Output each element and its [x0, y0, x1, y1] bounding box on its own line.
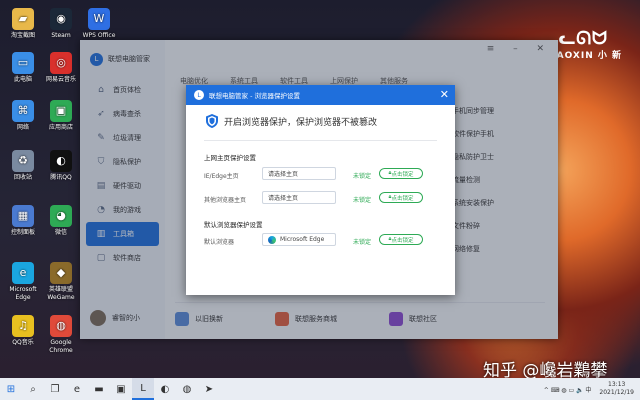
default-browser-value: Microsoft Edge — [280, 236, 325, 243]
ie-edge-label: IE/Edge主页 — [204, 173, 239, 180]
lock-label: 点击锁定 — [391, 237, 414, 244]
network-icon: ⌘ — [12, 100, 34, 122]
search-icon[interactable]: ⌕ — [22, 378, 44, 400]
control-panel-icon: ▦ — [12, 205, 34, 227]
desktop-icon[interactable]: ◉ Steam — [42, 8, 80, 40]
ie-edge-status: 未锁定 — [353, 173, 372, 180]
ie-edge-homepage-input[interactable]: 请选择主页 — [262, 167, 336, 180]
desktop-icon-label: 网易云音乐 — [45, 76, 76, 83]
desktop-icon-label: QQ音乐 — [12, 339, 34, 346]
desktop-icon[interactable]: ▦ 控制面板 — [4, 205, 42, 237]
store-icon: ▣ — [50, 100, 72, 122]
recycle-bin-icon: ♻ — [12, 150, 34, 172]
desktop-icon-label: 英雄联盟WeGame — [47, 286, 75, 301]
other-browser-homepage-input[interactable]: 请选择主页 — [262, 191, 336, 204]
other-browser-status: 未锁定 — [353, 197, 372, 204]
wps-icon: W — [88, 8, 110, 30]
taskbar-items: ⌕ ❐ e ▬ ▣ L ◐ ◍ ➤ — [22, 378, 220, 400]
lenovo-logo-icon: L — [194, 90, 204, 100]
dialog-header-title: 联想电脑管家 - 浏览器保护设置 — [209, 92, 300, 100]
desktop-icon-label: 控制面板 — [10, 229, 35, 236]
dialog-title: 开启浏览器保护，保护浏览器不被篡改 — [206, 114, 377, 128]
desktop-icon[interactable]: ▭ 此电脑 — [4, 52, 42, 84]
edge-icon — [268, 235, 276, 244]
explorer-icon[interactable]: ▬ — [88, 378, 110, 400]
desktop-icon-label: 淘宝截图 — [10, 32, 35, 39]
homepage-section-title: 上网主页保护设置 — [204, 154, 256, 162]
dialog-title-text: 开启浏览器保护，保护浏览器不被篡改 — [224, 117, 378, 128]
desktop-icon-label: 此电脑 — [13, 76, 32, 83]
browser-protection-dialog: L 联想电脑管家 - 浏览器保护设置 ✕ 开启浏览器保护，保护浏览器不被篡改 上… — [186, 85, 455, 295]
divider — [204, 140, 437, 141]
lenovo-manager-icon[interactable]: L — [132, 378, 154, 400]
default-browser-lock-button[interactable]: 🔒︎ 点击锁定 — [379, 234, 423, 245]
desktop-icon-label: 应用商店 — [48, 124, 73, 131]
clock[interactable]: 13:13 2021/12/19 — [599, 381, 634, 397]
desktop-icon-label: 网络 — [16, 124, 29, 131]
computer-icon: ▭ — [12, 52, 34, 74]
tray-icons[interactable]: ^ ⌨ ◍ ▭ 🔈 中 — [544, 385, 592, 394]
other-browser-label: 其他浏览器主页 — [204, 197, 247, 204]
taskbar: ⊞ ⌕ ❐ e ▬ ▣ L ◐ ◍ ➤ ^ ⌨ ◍ ▭ 🔈 中 13:13 2021/12/19 — [0, 378, 640, 400]
lock-label: 点击锁定 — [391, 195, 414, 202]
clock-time: 13:13 — [608, 381, 626, 388]
lock-label: 点击锁定 — [391, 171, 414, 178]
default-browser-section-title: 默认浏览器保护设置 — [204, 221, 263, 229]
qqmusic-icon: ♫ — [12, 315, 34, 337]
other-browser-lock-button[interactable]: 🔒︎ 点击锁定 — [379, 192, 423, 203]
desktop-icon[interactable]: ♫ QQ音乐 — [4, 315, 42, 347]
default-browser-status: 未锁定 — [353, 239, 372, 246]
default-browser-label: 默认浏览器 — [204, 239, 235, 246]
desktop-icon[interactable]: ▰ 淘宝截图 — [4, 8, 42, 40]
dialog-header: L 联想电脑管家 - 浏览器保护设置 ✕ — [186, 85, 455, 105]
steam-icon: ◉ — [50, 8, 72, 30]
desktop-icon[interactable]: ▣ 应用商店 — [42, 100, 80, 132]
shield-icon — [206, 114, 218, 128]
arrow-icon[interactable]: ➤ — [198, 378, 220, 400]
desktop-icon[interactable]: ◆ 英雄联盟WeGame — [42, 262, 80, 302]
edge-icon: e — [12, 262, 34, 284]
desktop-icon[interactable]: ◐ 腾讯QQ — [42, 150, 80, 182]
ie-edge-lock-button[interactable]: 🔒︎ 点击锁定 — [379, 168, 423, 179]
zhihu-watermark: 知乎 @巉岩鸈攀 — [483, 361, 608, 378]
desktop-icon-label: 微信 — [54, 229, 67, 236]
edge-taskbar-icon[interactable]: e — [66, 378, 88, 400]
start-button[interactable]: ⊞ — [0, 378, 22, 400]
default-browser-select[interactable]: Microsoft Edge — [262, 233, 336, 246]
desktop-icon[interactable]: ⌘ 网络 — [4, 100, 42, 132]
lol-icon: ◆ — [50, 262, 72, 284]
chrome-taskbar-icon[interactable]: ◍ — [176, 378, 198, 400]
desktop-icon[interactable]: ◍ Google Chrome — [42, 315, 80, 355]
qq-icon: ◐ — [50, 150, 72, 172]
system-tray: ^ ⌨ ◍ ▭ 🔈 中 13:13 2021/12/19 — [544, 378, 634, 400]
desktop-icon-label: 回收站 — [13, 174, 32, 181]
desktop-icon[interactable]: e Microsoft Edge — [4, 262, 42, 302]
chrome-icon: ◍ — [50, 315, 72, 337]
desktop-icon[interactable]: ♻ 回收站 — [4, 150, 42, 182]
wechat-icon: ◕ — [50, 205, 72, 227]
desktop-icon-label: Microsoft Edge — [9, 286, 37, 301]
desktop-icon[interactable]: ◕ 微信 — [42, 205, 80, 237]
music-icon: ◎ — [50, 52, 72, 74]
desktop-icon[interactable]: W WPS Office — [80, 8, 118, 40]
folder-icon: ▰ — [12, 8, 34, 30]
store-taskbar-icon[interactable]: ▣ — [110, 378, 132, 400]
close-icon[interactable]: ✕ — [440, 89, 449, 101]
taskview-icon[interactable]: ❐ — [44, 378, 66, 400]
desktop-icon-label: Steam — [51, 32, 71, 39]
clock-date: 2021/12/19 — [599, 389, 634, 396]
desktop-icon-label: WPS Office — [82, 32, 116, 39]
qq-taskbar-icon[interactable]: ◐ — [154, 378, 176, 400]
desktop-icon-label: 腾讯QQ — [50, 174, 72, 181]
desktop-icon-label: Google Chrome — [49, 339, 73, 354]
desktop-icon[interactable]: ◎ 网易云音乐 — [42, 52, 80, 84]
